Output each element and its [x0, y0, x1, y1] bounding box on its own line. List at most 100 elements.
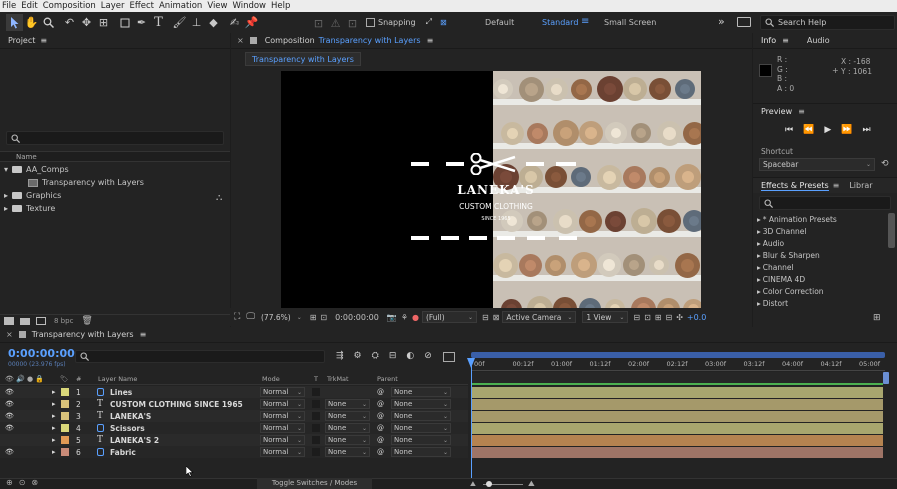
toggle-pixel-aspect-icon[interactable]: ⊟ [633, 313, 640, 322]
exposure-value[interactable]: +0.0 [687, 313, 706, 322]
close-timeline-icon[interactable]: × [6, 330, 13, 339]
layer-duration-bar[interactable] [471, 410, 883, 422]
graph-editor-icon[interactable]: ⊘ [424, 351, 432, 361]
workspace-layout-icon[interactable] [737, 17, 751, 27]
view-axis-icon[interactable]: ⊡ [344, 15, 361, 32]
expand-transfer-controls-icon[interactable]: ⊙ [19, 478, 26, 487]
pen-tool-icon[interactable]: ✒ [133, 14, 150, 31]
composition-panel-menu-icon[interactable]: ≡ [427, 36, 434, 45]
parent-pick-whip-icon[interactable]: @ [377, 436, 384, 444]
preview-menu-icon[interactable]: ≡ [798, 107, 805, 116]
preserve-transparency-checkbox[interactable] [312, 388, 320, 396]
layer-label-color-swatch[interactable] [61, 412, 69, 420]
expand-triangle-icon[interactable]: ▸ [757, 227, 761, 236]
rectangle-tool-icon[interactable] [116, 14, 133, 31]
layer-label-color-swatch[interactable] [61, 388, 69, 396]
local-axis-icon[interactable]: ⊡ [310, 15, 327, 32]
track-matte-dropdown[interactable]: None ⌄ [325, 447, 370, 457]
new-folder-icon[interactable] [20, 317, 30, 325]
parent-dropdown[interactable]: None ⌄ [391, 387, 451, 397]
expand-triangle-icon[interactable]: ▸ [4, 204, 8, 213]
parent-dropdown[interactable]: None ⌄ [391, 447, 451, 457]
playhead-line[interactable] [471, 366, 472, 479]
workspace-menu-icon[interactable]: ≡ [581, 16, 589, 27]
layer-number-header[interactable]: # [76, 375, 81, 383]
preview-tab[interactable]: Preview [761, 107, 792, 116]
monitor-icon[interactable]: 🖵 [246, 312, 255, 322]
layer-label-color-swatch[interactable] [61, 436, 69, 444]
pan-behind-tool-icon[interactable]: ⊞ [95, 14, 112, 31]
mode-header[interactable]: Mode [262, 375, 280, 383]
expand-layer-triangle-icon[interactable]: ▸ [52, 436, 56, 444]
preserve-transparency-checkbox[interactable] [312, 412, 320, 420]
layer-name[interactable]: Fabric [110, 448, 136, 457]
world-axis-icon[interactable]: ⚠ [327, 15, 344, 32]
workspace-standard[interactable]: Standard [542, 18, 578, 27]
lock-icon[interactable] [249, 37, 257, 44]
project-panel-menu-icon[interactable]: ≡ [40, 36, 47, 45]
track-matte-dropdown[interactable]: None ⌄ [325, 399, 370, 409]
project-bpc-button[interactable]: 8 bpc [54, 317, 73, 325]
project-panel-title[interactable]: Project [8, 36, 35, 45]
parent-pick-whip-icon[interactable]: @ [377, 424, 384, 432]
av-features-header-icon[interactable]: 👁 🔊 ● 🔒 [5, 375, 44, 383]
expand-triangle-icon[interactable]: ▸ [757, 251, 761, 260]
draft-3d-switch-icon[interactable]: ⚙ [354, 351, 362, 361]
snap-features-icon[interactable]: ⊠ [440, 18, 447, 27]
expand-triangle-icon[interactable]: ▸ [757, 215, 761, 224]
menu-edit[interactable]: Edit [21, 1, 37, 11]
draft-3d-icon[interactable]: ⊟ [665, 313, 672, 322]
workspace-small-screen[interactable]: Small Screen [604, 18, 656, 27]
brush-tool-icon[interactable]: 🖌 [171, 14, 188, 31]
effects-category-item[interactable]: ▸ Distort [753, 297, 887, 309]
layer-row[interactable]: ▸ 5 T LANEKA'S 2 Normal ⌄ None ⌄ @ None ⌄ [0, 434, 468, 446]
layer-row[interactable]: 👁 ▸ 2 T CUSTOM CLOTHING SINCE 1965 Normal ⌄ Non… [0, 398, 468, 410]
magnification-dropdown[interactable]: (77.6%) ⌄ [258, 311, 305, 323]
expand-triangle-icon[interactable]: ▸ [757, 299, 761, 308]
last-frame-icon[interactable]: ⏭ [862, 125, 870, 135]
show-snapshot-icon[interactable]: ⚘ [401, 313, 408, 322]
type-tool-icon[interactable]: T [150, 14, 167, 31]
menu-layer[interactable]: Layer [101, 1, 125, 11]
next-frame-icon[interactable]: ⏩ [841, 125, 852, 135]
expand-triangle-icon[interactable]: ▸ [757, 287, 761, 296]
search-help-field[interactable]: Search Help [760, 15, 895, 30]
expand-triangle-icon[interactable]: ▸ [757, 239, 761, 248]
layer-label-color-swatch[interactable] [61, 424, 69, 432]
project-item[interactable]: ▾ AA_Comps [0, 163, 230, 176]
snapping-checkbox[interactable] [366, 17, 375, 27]
layer-label-color-swatch[interactable] [61, 448, 69, 456]
track-matte-t-header[interactable]: T [314, 375, 318, 383]
choose-grid-icon[interactable]: ⊞ [310, 313, 317, 322]
info-menu-icon[interactable]: ≡ [782, 36, 789, 45]
flowchart-icon[interactable]: ⛬ [216, 193, 222, 203]
zoom-in-icon[interactable]: ⛰ [528, 479, 535, 489]
hand-tool-icon[interactable]: ✋ [23, 14, 40, 31]
menu-animation[interactable]: Animation [159, 1, 202, 11]
always-preview-icon[interactable]: ⛶ [234, 312, 240, 322]
toggle-switches-modes-button[interactable]: Toggle Switches / Modes [257, 478, 372, 489]
more-workspaces-icon[interactable]: » [718, 15, 725, 28]
clone-stamp-tool-icon[interactable]: ⊥ [188, 14, 205, 31]
parent-dropdown[interactable]: None ⌄ [391, 411, 451, 421]
expand-layer-triangle-icon[interactable]: ▸ [52, 424, 56, 432]
zoom-out-icon[interactable]: ⛰ [470, 480, 476, 489]
zoom-tool-icon[interactable] [40, 14, 57, 31]
video-visibility-eye-icon[interactable]: 👁 [5, 424, 14, 432]
snap-edges-icon[interactable]: ⤢ [426, 17, 432, 27]
effects-category-item[interactable]: ▸ CINEMA 4D [753, 273, 887, 285]
workspace-default[interactable]: Default [485, 18, 514, 27]
layer-duration-bar[interactable] [471, 434, 883, 446]
comp-mini-flowchart-icon[interactable]: ⇶ [336, 351, 344, 361]
motion-blur-icon[interactable]: ⊡ [644, 313, 651, 322]
expand-triangle-icon[interactable]: ▸ [757, 263, 761, 272]
expand-layer-triangle-icon[interactable]: ▸ [52, 448, 56, 456]
selection-tool-icon[interactable] [6, 14, 23, 31]
layer-mode-dropdown[interactable]: Normal ⌄ [260, 447, 305, 457]
preserve-transparency-checkbox[interactable] [312, 436, 320, 444]
first-frame-icon[interactable]: ⏮ [785, 125, 793, 135]
color-channel-icon[interactable]: ● [412, 313, 419, 322]
layer-row[interactable]: 👁 ▸ 1 Lines Normal ⌄ @ None ⌄ [0, 386, 468, 398]
timeline-lock-icon[interactable] [18, 331, 26, 338]
parent-dropdown[interactable]: None ⌄ [391, 435, 451, 445]
